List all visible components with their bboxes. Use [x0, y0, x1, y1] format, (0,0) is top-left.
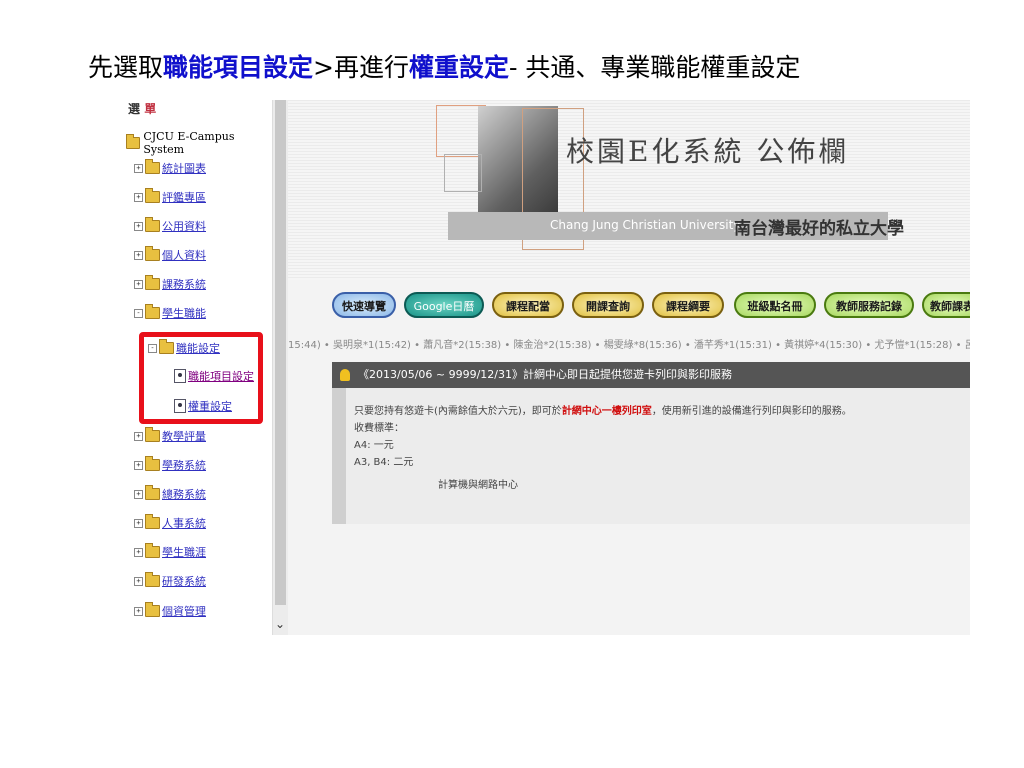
title-step2: 權重設定 [408, 53, 509, 82]
tree-item-label[interactable]: 評鑑專區 [162, 189, 206, 205]
tree-item-privacy[interactable]: + 個資管理 [134, 602, 206, 619]
expand-icon[interactable]: + [134, 576, 143, 586]
tree-header: 選 單 [128, 100, 156, 117]
scrollbar-thumb[interactable] [275, 100, 286, 605]
main-panel: 校園E化系統 公佈欄 Chang Jung Christian Universi… [288, 100, 970, 635]
tree-header-label-2: 單 [144, 102, 157, 116]
folder-icon [145, 275, 160, 290]
announcement-line: A3, B4: 二元 [354, 457, 414, 468]
folder-icon [145, 246, 160, 261]
title-suffix: - 共通、專業職能權重設定 [509, 53, 801, 82]
expand-icon[interactable]: + [134, 163, 143, 173]
tree-item-personnel[interactable]: + 人事系統 [134, 514, 206, 531]
folder-icon [145, 514, 160, 529]
folder-open-icon [126, 134, 141, 149]
tree-item-label[interactable]: 統計圖表 [162, 160, 206, 176]
announcement-line: 收費標準： [354, 423, 404, 434]
tree-scrollbar[interactable]: ⌄ [272, 100, 289, 635]
banner-title: 校園E化系統 公佈欄 [566, 135, 850, 168]
tree-item-stats[interactable]: + 統計圖表 [134, 159, 206, 176]
announcement-title[interactable]: 《2013/05/06 ~ 9999/12/31》計網中心即日起提供您遊卡列印與… [358, 368, 732, 381]
nav-teacher-service[interactable]: 教師服務記錄 [824, 292, 914, 318]
nav-bar: 快速導覽 Google日曆 課程配當 開課查詢 課程綱要 班級點名冊 教師服務記… [332, 292, 970, 322]
chevron-down-icon[interactable]: ⌄ [275, 617, 285, 631]
expand-icon[interactable]: + [134, 250, 143, 260]
announcement-text: ，使用新引進的設備進行列印與影印的服務。 [651, 406, 852, 417]
university-slogan: 南台灣最好的私立大學 [734, 219, 904, 239]
menu-tree: 選 單 CJCU E-Campus System + 統計圖表 + 評鑑專區 + 公用… [124, 100, 272, 635]
nav-syllabus[interactable]: 課程綱要 [652, 292, 724, 318]
tree-item-public-data[interactable]: + 公用資料 [134, 217, 206, 234]
tree-root[interactable]: CJCU E-Campus System [126, 130, 272, 156]
nav-teacher-timetable[interactable]: 教師課表 [922, 292, 970, 318]
tree-item-label[interactable]: 個人資料 [162, 247, 206, 263]
expand-icon[interactable]: + [134, 489, 143, 499]
screenshot: 選 單 CJCU E-Campus System + 統計圖表 + 評鑑專區 + 公用… [124, 100, 970, 635]
tree-item-label[interactable]: 學生職能 [162, 305, 206, 321]
highlight-box [139, 332, 263, 424]
folder-icon [145, 188, 160, 203]
announcement-highlight: 計網中心一樓列印室 [561, 406, 652, 417]
tree-item-label[interactable]: 教學評量 [162, 428, 206, 444]
expand-icon[interactable]: + [134, 192, 143, 202]
expand-icon[interactable]: + [134, 221, 143, 231]
announcement-text: 只要您持有悠遊卡(內需餘值大於六元)，即可於 [354, 406, 562, 417]
nav-quick-guide[interactable]: 快速導覽 [332, 292, 396, 318]
expand-icon[interactable]: + [134, 279, 143, 289]
banner: 校園E化系統 公佈欄 Chang Jung Christian Universi… [288, 100, 970, 280]
tree-item-student-competency[interactable]: - 學生職能 [134, 304, 206, 321]
title-prefix: 先選取 [88, 53, 164, 82]
folder-icon [145, 456, 160, 471]
title-arrow: >再進行 [313, 53, 409, 82]
announcement-line: 只要您持有悠遊卡(內需餘值大於六元)，即可於計網中心一樓列印室，使用新引進的設備… [346, 402, 970, 419]
tree-item-evaluation[interactable]: + 評鑑專區 [134, 188, 206, 205]
folder-icon [145, 217, 160, 232]
folder-icon [145, 485, 160, 500]
tree-item-student-affairs[interactable]: + 學務系統 [134, 456, 206, 473]
nav-course-allocation[interactable]: 課程配當 [492, 292, 564, 318]
announcement-header[interactable]: 《2013/05/06 ~ 9999/12/31》計網中心即日起提供您遊卡列印與… [332, 362, 970, 388]
tree-item-course-system[interactable]: + 課務系統 [134, 275, 206, 292]
folder-icon [145, 159, 160, 174]
folder-open-icon [145, 304, 160, 319]
tree-item-label[interactable]: 學生職涯 [162, 544, 206, 560]
announcement-body: 只要您持有悠遊卡(內需餘值大於六元)，即可於計網中心一樓列印室，使用新引進的設備… [332, 388, 970, 524]
announcement-line: A4: 一元 [354, 440, 394, 451]
folder-icon [145, 602, 160, 617]
folder-icon [145, 543, 160, 558]
folder-icon [145, 427, 160, 442]
tree-item-research[interactable]: + 研發系統 [134, 572, 206, 589]
expand-icon[interactable]: + [134, 547, 143, 557]
expand-icon[interactable]: + [134, 606, 143, 616]
expand-icon[interactable]: + [134, 518, 143, 528]
expand-icon[interactable]: + [134, 460, 143, 470]
tree-item-label[interactable]: 課務系統 [162, 276, 206, 292]
tree-root-label: CJCU E-Campus System [143, 130, 235, 156]
title-step1: 職能項目設定 [163, 53, 314, 82]
tree-item-label[interactable]: 人事系統 [162, 515, 206, 531]
tree-item-label[interactable]: 個資管理 [162, 603, 206, 619]
tree-item-label[interactable]: 學務系統 [162, 457, 206, 473]
university-name-en: Chang Jung Christian University [550, 218, 741, 232]
tree-header-label: 選 [128, 102, 141, 116]
bell-icon [340, 369, 350, 381]
online-users-marquee: 15:44) • 吳明泉*1(15:42) • 蕭凡音*2(15:38) • 陳… [288, 340, 970, 351]
expand-icon[interactable]: + [134, 431, 143, 441]
tree-item-career[interactable]: + 學生職涯 [134, 543, 206, 560]
nav-course-query[interactable]: 開課查詢 [572, 292, 644, 318]
tree-item-label[interactable]: 總務系統 [162, 486, 206, 502]
slide-title: 先選取職能項目設定>再進行權重設定- 共通、專業職能權重設定 [88, 48, 800, 84]
tree-item-general-affairs[interactable]: + 總務系統 [134, 485, 206, 502]
folder-icon [145, 572, 160, 587]
tree-item-label[interactable]: 公用資料 [162, 218, 206, 234]
decor-square [444, 154, 482, 192]
tree-item-personal-data[interactable]: + 個人資料 [134, 246, 206, 263]
collapse-icon[interactable]: - [134, 308, 143, 318]
nav-roll-call[interactable]: 班級點名冊 [734, 292, 816, 318]
tree-item-label[interactable]: 研發系統 [162, 573, 206, 589]
announcement-signature: 計算機與網路中心 [438, 480, 518, 491]
tree-item-teaching-evaluation[interactable]: + 教學評量 [134, 427, 206, 444]
nav-google-calendar[interactable]: Google日曆 [404, 292, 484, 318]
